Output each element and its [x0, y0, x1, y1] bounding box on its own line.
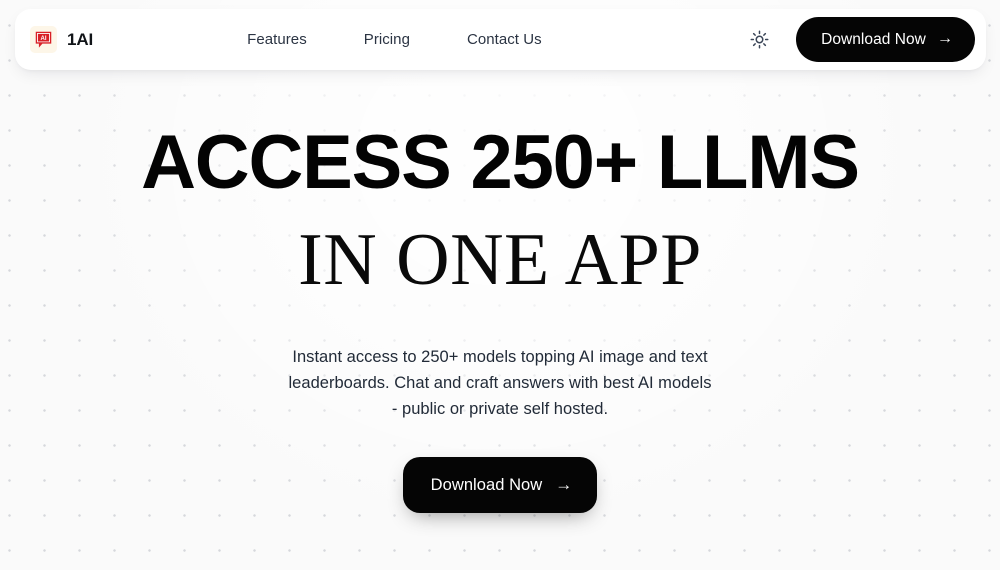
nav-link-pricing[interactable]: Pricing — [364, 31, 410, 48]
page-background: AI 1AI Features Pricing Contact Us Downl… — [0, 0, 1000, 570]
hero-download-now-button[interactable]: Download Now → — [402, 457, 598, 513]
brand-name: 1AI — [67, 29, 94, 49]
svg-text:AI: AI — [41, 36, 47, 42]
arrow-right-icon: → — [555, 475, 573, 494]
sun-icon — [750, 30, 769, 49]
hero-download-now-label: Download Now — [430, 475, 543, 494]
hero-headline-line-2: IN ONE APP — [298, 219, 702, 301]
hero-subtitle: Instant access to 250+ models topping AI… — [288, 348, 712, 418]
brand-logo[interactable]: AI 1AI — [30, 26, 93, 53]
nav-link-features[interactable]: Features — [247, 31, 307, 48]
site-header: AI 1AI Features Pricing Contact Us Downl… — [15, 9, 986, 70]
header-download-now-button[interactable]: Download Now → — [796, 17, 975, 62]
hero-cta-container: Download Now → — [0, 457, 1000, 513]
nav-link-contact-us[interactable]: Contact Us — [467, 31, 542, 48]
header-download-now-label: Download Now — [821, 30, 926, 48]
theme-toggle-button[interactable] — [743, 24, 775, 56]
main-navigation: Features Pricing Contact Us — [247, 31, 542, 48]
hero-section: ACCESS 250+ LLMS IN ONE APP Instant acce… — [0, 70, 1000, 513]
hero-headline-line-1: ACCESS 250+ LLMS — [141, 120, 860, 205]
arrow-right-icon: → — [936, 30, 953, 47]
ai-chat-bubble-icon: AI — [30, 26, 57, 53]
